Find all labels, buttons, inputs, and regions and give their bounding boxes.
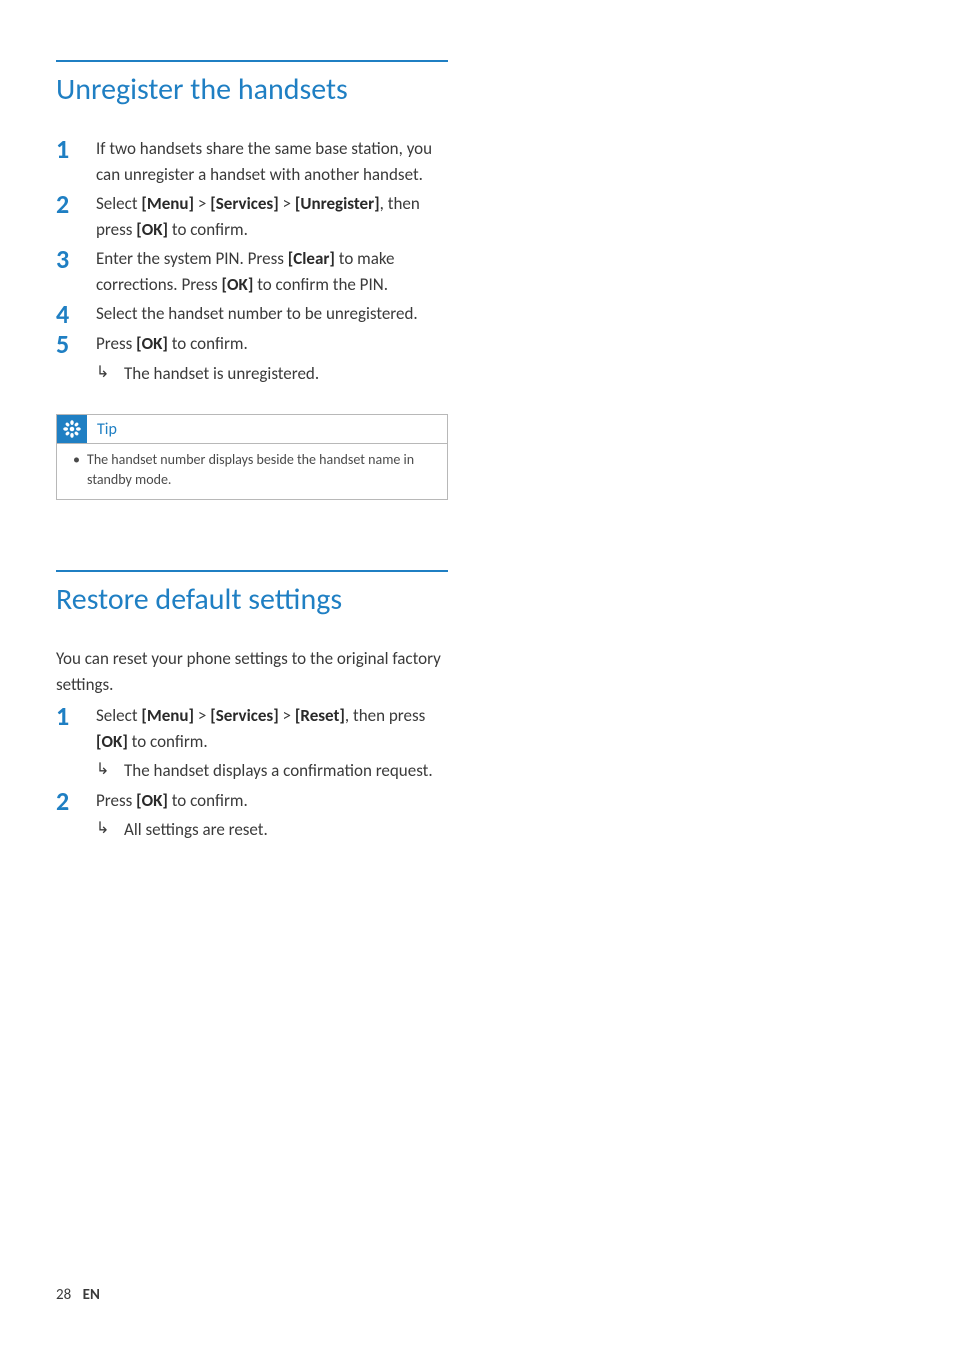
step-item: 1 If two handsets share the same base st… xyxy=(56,136,448,187)
tip-callout: Tip • The handset number displays beside… xyxy=(56,414,448,500)
result-arrow-icon: ↳ xyxy=(96,361,124,387)
step-text: Select [Menu] > [Services] > [Reset], th… xyxy=(96,703,448,784)
result-arrow-icon: ↳ xyxy=(96,817,124,843)
button-label: [OK] xyxy=(136,790,168,811)
step-number: 3 xyxy=(56,246,96,297)
t: > xyxy=(194,705,210,726)
left-column: Unregister the handsets 1 If two handset… xyxy=(56,60,448,843)
menu-path-item: [Menu] xyxy=(141,705,194,726)
menu-path-item: [Services] xyxy=(210,705,279,726)
menu-path-item: [Reset] xyxy=(295,705,345,726)
section-title-restore: Restore default settings xyxy=(56,582,448,618)
t: to confirm. xyxy=(168,219,248,240)
t: Select xyxy=(96,705,141,726)
section-title-unregister: Unregister the handsets xyxy=(56,72,448,108)
result-text: The handset is unregistered. xyxy=(124,361,448,387)
t: Enter the system PIN. Press xyxy=(96,248,288,269)
tip-bullet: • The handset number displays beside the… xyxy=(73,450,437,489)
menu-path-item: [Menu] xyxy=(141,193,194,214)
step-item: 2 Press [OK] to confirm. ↳ All settings … xyxy=(56,788,448,843)
button-label: [OK] xyxy=(136,219,168,240)
t: > xyxy=(279,193,295,214)
result-arrow-icon: ↳ xyxy=(96,758,124,784)
t: Select the handset number to be unregist… xyxy=(96,303,418,324)
menu-path-item: [Services] xyxy=(210,193,279,214)
step-result: ↳ The handset displays a confirmation re… xyxy=(96,758,448,784)
step-result: ↳ The handset is unregistered. xyxy=(96,361,448,387)
step-item: 3 Enter the system PIN. Press [Clear] to… xyxy=(56,246,448,297)
t: Select xyxy=(96,193,141,214)
result-text: All settings are reset. xyxy=(124,817,448,843)
t: , then press xyxy=(345,705,425,726)
tip-text: The handset number displays beside the h… xyxy=(87,450,437,489)
step-item: 1 Select [Menu] > [Services] > [Reset], … xyxy=(56,703,448,784)
step-item: 4 Select the handset number to be unregi… xyxy=(56,301,448,327)
section-restore: Restore default settings You can reset y… xyxy=(56,570,448,843)
step-text: Enter the system PIN. Press [Clear] to m… xyxy=(96,246,448,297)
tip-label: Tip xyxy=(87,420,117,439)
button-label: [Clear] xyxy=(288,248,335,269)
t: > xyxy=(194,193,210,214)
step-result: ↳ All settings are reset. xyxy=(96,817,448,843)
step-number: 1 xyxy=(56,136,96,187)
t: to confirm. xyxy=(168,790,248,811)
step-number: 1 xyxy=(56,703,96,784)
t: Press xyxy=(96,790,136,811)
button-label: [OK] xyxy=(222,274,254,295)
step-item: 2 Select [Menu] > [Services] > [Unregist… xyxy=(56,191,448,242)
step-text: Press [OK] to confirm. ↳ The handset is … xyxy=(96,331,448,386)
step-number: 2 xyxy=(56,788,96,843)
t: to confirm the PIN. xyxy=(253,274,388,295)
button-label: [OK] xyxy=(96,731,128,752)
t: to confirm. xyxy=(168,333,248,354)
bullet-dot: • xyxy=(73,450,87,489)
page-language: EN xyxy=(83,1286,100,1304)
tip-header: Tip xyxy=(57,415,447,444)
menu-path-item: [Unregister] xyxy=(295,193,380,214)
step-text: Press [OK] to confirm. ↳ All settings ar… xyxy=(96,788,448,843)
step-text: If two handsets share the same base stat… xyxy=(96,136,448,187)
result-text: The handset displays a confirmation requ… xyxy=(124,758,448,784)
section-divider xyxy=(56,60,448,62)
step-number: 5 xyxy=(56,331,96,386)
step-text: Select [Menu] > [Services] > [Unregister… xyxy=(96,191,448,242)
step-text-span: If two handsets share the same base stat… xyxy=(96,138,432,185)
step-text: Select the handset number to be unregist… xyxy=(96,301,448,327)
section-intro: You can reset your phone settings to the… xyxy=(56,646,448,697)
section-divider xyxy=(56,570,448,572)
step-number: 2 xyxy=(56,191,96,242)
button-label: [OK] xyxy=(136,333,168,354)
tip-icon xyxy=(57,415,87,443)
manual-page: Unregister the handsets 1 If two handset… xyxy=(0,0,954,1350)
step-number: 4 xyxy=(56,301,96,327)
t: to confirm. xyxy=(128,731,208,752)
page-number: 28 xyxy=(56,1286,71,1304)
t: Press xyxy=(96,333,136,354)
tip-body: • The handset number displays beside the… xyxy=(57,444,447,499)
step-item: 5 Press [OK] to confirm. ↳ The handset i… xyxy=(56,331,448,386)
page-footer: 28 EN xyxy=(56,1286,100,1304)
t: > xyxy=(279,705,295,726)
